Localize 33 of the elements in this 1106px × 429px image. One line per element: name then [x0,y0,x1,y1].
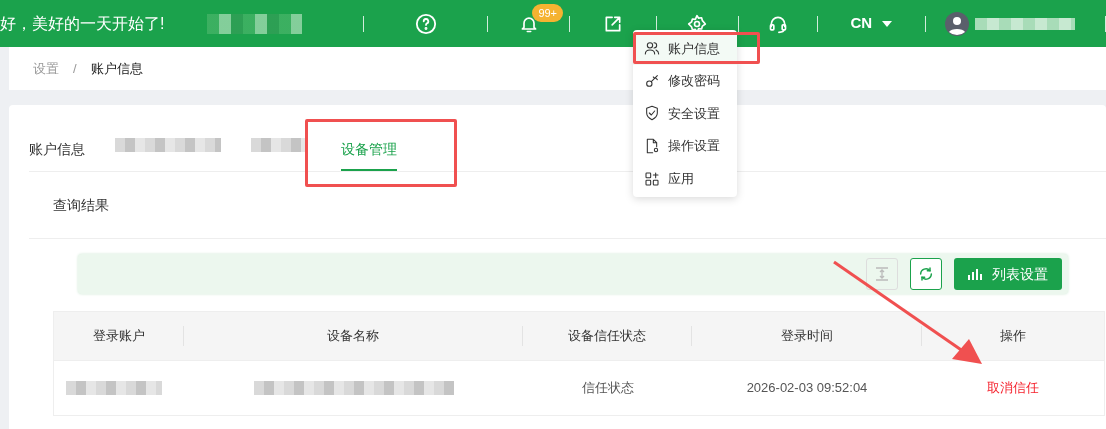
greeting-text: 好，美好的一天开始了! [0,13,166,34]
section-title: 查询结果 [53,195,109,215]
avatar-icon[interactable] [945,11,970,36]
key-icon [644,72,660,89]
menu-item[interactable]: 修改密码 [633,64,737,98]
notification-badge: 99+ [532,3,564,22]
caret-icon [882,20,893,27]
column-header: 设备名称 [327,327,379,346]
users-icon [644,40,660,57]
column-header: 登录时间 [780,327,833,346]
tab[interactable]: 设备管理 [341,130,397,171]
tab[interactable]: 账户信息 [29,130,85,171]
expand-icon [875,267,889,281]
file-gear-icon [644,138,660,155]
refresh-icon [918,266,934,282]
help-icon[interactable] [414,12,437,35]
refresh-button[interactable] [910,258,942,290]
table-cell-text: 信任状态 [581,379,634,398]
menu-item[interactable]: 应用 [633,162,737,195]
breadcrumb-separator: / [73,59,77,78]
expand-button[interactable] [866,258,898,290]
apps-icon [644,170,660,187]
blurred-text [251,138,307,152]
table-cell-text: 2026-02-03 09:52:04 [746,379,868,398]
shield-icon [644,105,660,122]
menu-item[interactable]: 操作设置 [633,129,737,163]
revoke-trust-link[interactable]: 取消信任 [987,378,1039,398]
bar-chart-icon [968,268,982,280]
column-header: 登录账户 [92,327,145,346]
column-header: 设备信任状态 [568,327,646,346]
column-header: 操作 [1000,327,1026,346]
breadcrumb-item: 账户信息 [90,59,143,78]
menu-item[interactable]: 安全设置 [633,97,737,130]
